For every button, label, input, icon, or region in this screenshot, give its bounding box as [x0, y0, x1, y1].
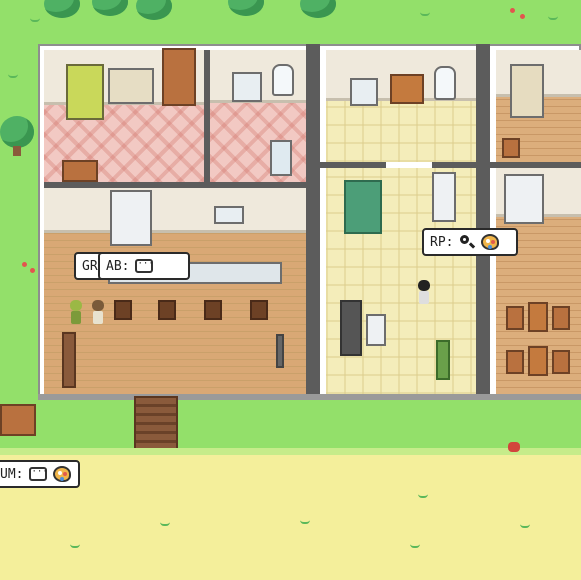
chat-icon: ··· — [135, 259, 154, 273]
vanity[interactable] — [390, 74, 424, 104]
interior-wall — [204, 50, 210, 182]
interior-wall — [306, 44, 320, 400]
sink[interactable] — [350, 78, 378, 106]
washer[interactable] — [366, 314, 386, 346]
tree — [136, 0, 172, 20]
grass-tuft — [548, 12, 558, 20]
game-map[interactable]: GR AB: ··· RP: UM: ··· — [0, 0, 581, 580]
grass-tuft — [300, 516, 310, 524]
agent-label: RP: — [430, 234, 454, 250]
tree — [92, 0, 128, 16]
grass-tuft — [8, 70, 18, 78]
tree-trunk — [13, 146, 21, 156]
nightstand[interactable] — [502, 138, 520, 158]
agent-ab[interactable] — [90, 300, 106, 324]
microphone-stand[interactable] — [276, 334, 284, 368]
dining-chair[interactable] — [552, 306, 570, 330]
bed[interactable] — [66, 64, 104, 120]
grass-tuft — [418, 490, 428, 498]
flower — [22, 262, 27, 267]
fridge[interactable] — [432, 172, 456, 222]
flower — [30, 268, 35, 273]
bench[interactable] — [0, 404, 36, 436]
toilet[interactable] — [434, 66, 456, 100]
grass-tuft — [70, 540, 80, 548]
interior-wall — [320, 162, 386, 168]
magnifier-icon — [459, 234, 475, 250]
interior-wall — [432, 162, 482, 168]
flower — [520, 14, 525, 19]
interior-wall — [476, 44, 490, 400]
agent-rp[interactable] — [416, 280, 432, 304]
chat-icon: ··· — [29, 467, 48, 481]
chat-glyph: ··· — [29, 467, 48, 481]
grass-tuft — [30, 14, 40, 22]
shower[interactable] — [270, 140, 292, 176]
kitchen-sink[interactable] — [214, 206, 244, 224]
grass-tuft — [520, 520, 530, 528]
agent-head — [92, 300, 104, 311]
dining-chair[interactable] — [552, 350, 570, 374]
agent-gr[interactable] — [68, 300, 84, 324]
dining-table[interactable] — [528, 302, 548, 332]
bed[interactable] — [344, 180, 382, 234]
red-crab[interactable] — [508, 442, 520, 452]
speech-bubble-um[interactable]: UM: ··· — [0, 460, 80, 488]
front-wall — [38, 394, 581, 400]
agent-label: AB: — [106, 258, 130, 274]
flower — [510, 8, 515, 13]
agent-head — [70, 300, 82, 311]
fridge[interactable] — [504, 174, 544, 224]
cabinet[interactable] — [62, 332, 76, 388]
agent-body — [71, 311, 81, 324]
agent-label: UM: — [0, 466, 24, 482]
palette-icon — [53, 466, 72, 482]
agent-body — [93, 311, 103, 324]
desk-chair[interactable] — [62, 160, 98, 182]
bar-stool[interactable] — [250, 300, 268, 320]
grass-tuft — [420, 8, 430, 16]
dining-table[interactable] — [528, 346, 548, 376]
dining-chair[interactable] — [506, 306, 524, 330]
bed[interactable] — [510, 64, 544, 118]
agent-label: GR — [82, 258, 98, 274]
speech-bubble-rp[interactable]: RP: — [422, 228, 518, 256]
tree — [228, 0, 264, 16]
bar-stool[interactable] — [204, 300, 222, 320]
chat-glyph: ··· — [135, 259, 154, 273]
grass-tuft — [410, 540, 420, 548]
dresser[interactable] — [108, 68, 154, 104]
agent-head — [418, 280, 430, 291]
tree — [44, 0, 80, 18]
bar-stool[interactable] — [114, 300, 132, 320]
agent-body — [419, 291, 429, 304]
stove[interactable] — [340, 300, 362, 356]
dining-chair[interactable] — [506, 350, 524, 374]
potted-plant[interactable] — [436, 340, 450, 380]
toilet[interactable] — [272, 64, 294, 96]
grass-tuft — [160, 518, 170, 526]
speech-bubble-ab[interactable]: AB: ··· — [98, 252, 190, 280]
sink[interactable] — [232, 72, 262, 102]
tree — [0, 116, 34, 148]
bookshelf[interactable] — [162, 48, 196, 106]
sand-area[interactable] — [0, 455, 581, 580]
tree — [300, 0, 336, 18]
palette-icon — [481, 234, 500, 250]
fridge[interactable] — [110, 190, 152, 246]
bar-stool[interactable] — [158, 300, 176, 320]
kitchen-backwall — [44, 188, 306, 233]
